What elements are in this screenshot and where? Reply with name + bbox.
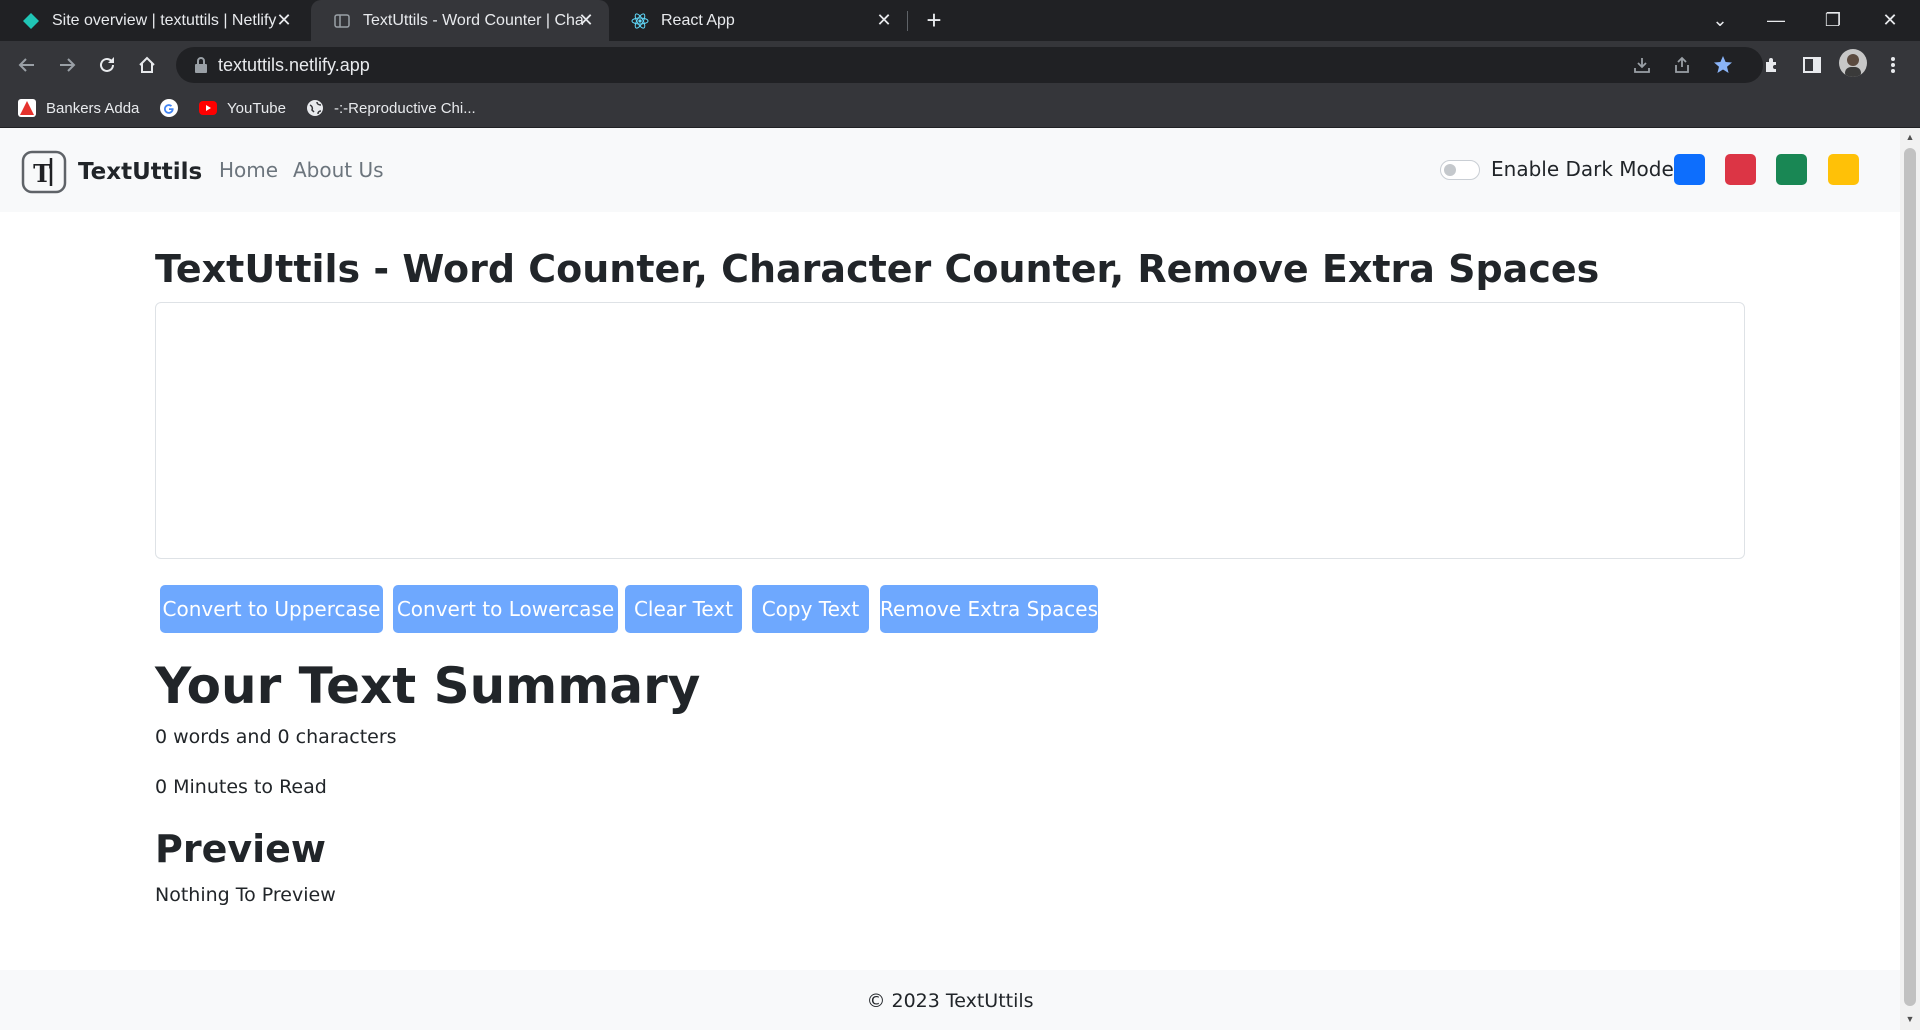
color-swatch-green[interactable] xyxy=(1776,154,1807,185)
home-icon[interactable] xyxy=(133,51,161,79)
bookmark-reproductive[interactable]: -:-Reproductive Chi... xyxy=(306,97,476,119)
text-input-area[interactable] xyxy=(155,302,1745,559)
close-icon[interactable]: ✕ xyxy=(875,11,893,29)
color-swatch-blue[interactable] xyxy=(1674,154,1705,185)
page-title: TextUttils - Word Counter, Character Cou… xyxy=(155,247,1600,291)
tab-search-icon[interactable]: ⌄ xyxy=(1705,6,1735,34)
back-icon[interactable] xyxy=(13,51,41,79)
remove-extra-spaces-button[interactable]: Remove Extra Spaces xyxy=(880,585,1098,633)
tab-textuttils[interactable]: TextUttils - Word Counter | Chara ✕ xyxy=(311,0,609,41)
bookmarks-bar: Bankers Adda YouTube -:-Reproductive Chi… xyxy=(0,89,1920,128)
extensions-icon[interactable] xyxy=(1760,53,1784,77)
new-tab-button[interactable]: + xyxy=(921,7,947,34)
page-icon xyxy=(333,12,351,30)
brand-name: TextUttils xyxy=(78,159,203,185)
lock-icon xyxy=(194,56,208,79)
site-navbar: T TextUttils Home About Us Enable Dark M… xyxy=(0,128,1900,212)
forward-icon[interactable] xyxy=(53,51,81,79)
nav-home-link[interactable]: Home xyxy=(219,158,278,182)
browser-toolbar: textuttils.netlify.app xyxy=(0,41,1920,89)
close-icon[interactable]: ✕ xyxy=(275,11,293,29)
brand[interactable]: T TextUttils xyxy=(20,148,202,196)
react-icon xyxy=(631,12,649,30)
scrollbar-thumb[interactable] xyxy=(1904,148,1916,1006)
clear-text-button[interactable]: Clear Text xyxy=(625,585,742,633)
copy-text-button[interactable]: Copy Text xyxy=(752,585,869,633)
toggle-knob xyxy=(1444,164,1456,176)
globe-icon xyxy=(306,99,324,117)
preview-heading: Preview xyxy=(155,827,327,871)
window-close-icon[interactable]: ✕ xyxy=(1875,6,1905,34)
install-icon[interactable] xyxy=(1632,55,1652,80)
minimize-icon[interactable]: — xyxy=(1761,6,1791,34)
preview-text: Nothing To Preview xyxy=(155,884,336,906)
url-text: textuttils.netlify.app xyxy=(218,55,370,75)
color-swatch-red[interactable] xyxy=(1725,154,1756,185)
tab-react-app[interactable]: React App ✕ xyxy=(609,0,907,41)
page-viewport: T TextUttils Home About Us Enable Dark M… xyxy=(0,128,1900,1030)
svg-text:T: T xyxy=(33,159,51,188)
side-panel-icon[interactable] xyxy=(1800,53,1824,77)
scroll-up-arrow-icon[interactable]: ▲ xyxy=(1905,132,1915,142)
tab-divider xyxy=(907,11,908,31)
bookmark-label: -:-Reproductive Chi... xyxy=(334,99,476,117)
color-swatch-yellow[interactable] xyxy=(1828,154,1859,185)
uppercase-button[interactable]: Convert to Uppercase xyxy=(160,585,383,633)
lowercase-button[interactable]: Convert to Lowercase xyxy=(393,585,618,633)
nav-about-link[interactable]: About Us xyxy=(293,158,384,182)
tab-netlify[interactable]: Site overview | textuttils | Netlify ✕ xyxy=(0,0,307,41)
tab-title: TextUttils - Word Counter | Chara xyxy=(363,11,583,29)
scroll-down-arrow-icon[interactable]: ▼ xyxy=(1905,1014,1915,1024)
google-icon xyxy=(160,99,178,117)
tab-title: React App xyxy=(661,11,735,29)
youtube-icon xyxy=(199,99,217,117)
reload-icon[interactable] xyxy=(93,51,121,79)
site-footer: © 2023 TextUttils xyxy=(0,970,1900,1030)
browser-menu-icon[interactable] xyxy=(1881,53,1905,77)
footer-text: © 2023 TextUttils xyxy=(866,990,1034,1012)
bookmark-label: Bankers Adda xyxy=(46,99,140,117)
dark-mode-label: Enable Dark Mode xyxy=(1491,157,1674,181)
netlify-icon xyxy=(22,12,40,30)
read-time: 0 Minutes to Read xyxy=(155,776,327,798)
bookmark-bankers-adda[interactable]: Bankers Adda xyxy=(18,97,139,119)
restore-icon[interactable]: ❐ xyxy=(1818,6,1848,34)
word-char-count: 0 words and 0 characters xyxy=(155,726,397,748)
browser-tab-bar: Site overview | textuttils | Netlify ✕ T… xyxy=(0,0,1920,41)
summary-heading: Your Text Summary xyxy=(155,657,701,715)
bookmark-google[interactable] xyxy=(160,97,188,119)
bankers-adda-icon xyxy=(18,99,36,117)
bookmark-star-icon[interactable] xyxy=(1713,55,1733,80)
brand-logo-icon: T xyxy=(20,148,68,196)
profile-avatar-icon[interactable] xyxy=(1839,49,1867,77)
address-bar[interactable]: textuttils.netlify.app xyxy=(176,47,1763,83)
dark-mode-toggle[interactable] xyxy=(1440,160,1480,180)
tab-title: Site overview | textuttils | Netlify xyxy=(52,11,277,29)
share-icon[interactable] xyxy=(1672,55,1692,80)
bookmark-label: YouTube xyxy=(227,99,286,117)
close-icon[interactable]: ✕ xyxy=(577,11,595,29)
bookmark-youtube[interactable]: YouTube xyxy=(199,97,286,119)
page-scrollbar[interactable]: ▲ ▼ xyxy=(1900,128,1920,1030)
